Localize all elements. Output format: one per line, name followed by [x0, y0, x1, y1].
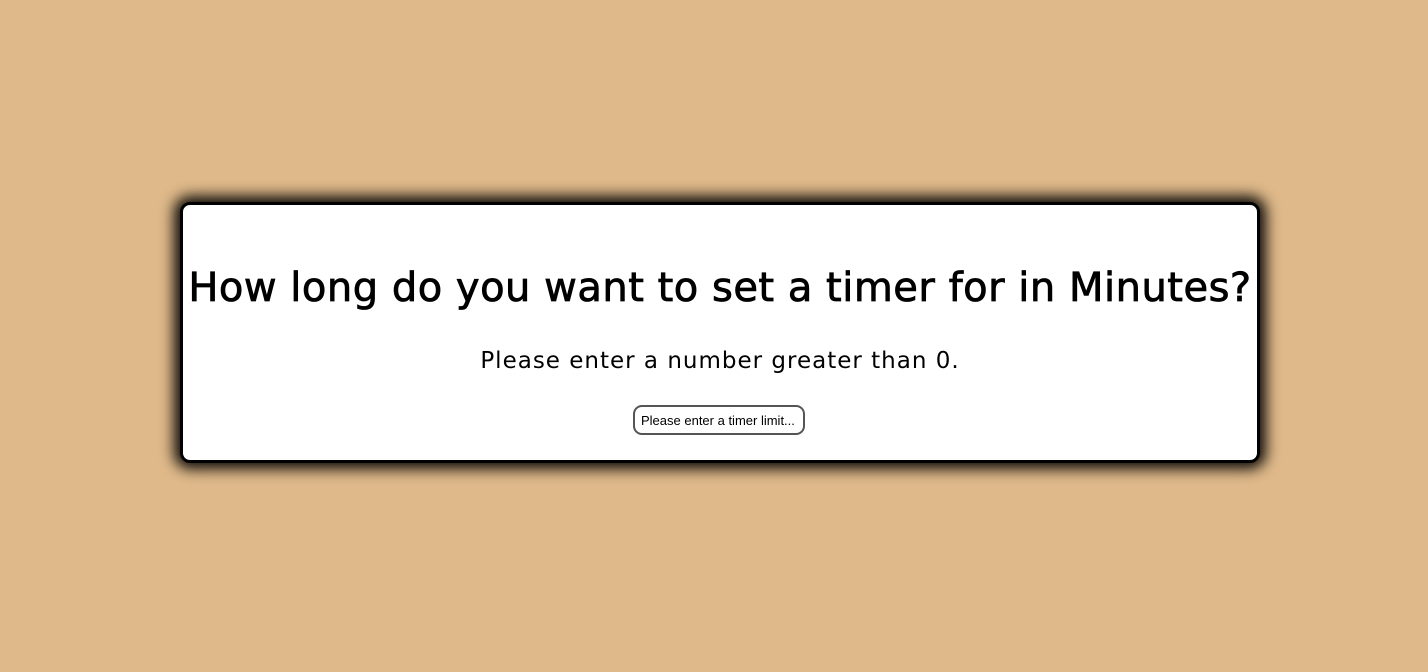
prompt-title: How long do you want to set a timer for …: [188, 265, 1252, 312]
timer-prompt-card: How long do you want to set a timer for …: [180, 202, 1260, 463]
timer-limit-input[interactable]: [633, 405, 805, 435]
prompt-subtitle: Please enter a number greater than 0.: [480, 348, 960, 374]
